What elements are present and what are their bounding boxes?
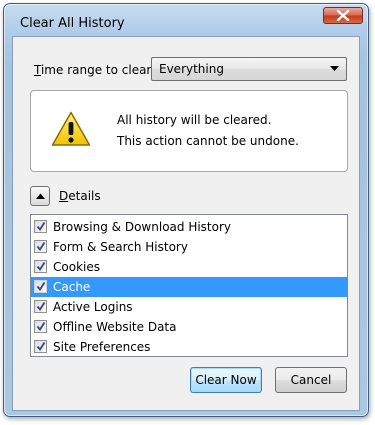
close-icon	[336, 10, 350, 21]
checkbox[interactable]	[34, 220, 47, 233]
details-toggle-button[interactable]	[30, 186, 50, 206]
list-item-form-search-history[interactable]: Form & Search History	[31, 237, 347, 257]
checkmark-icon	[36, 242, 46, 252]
checkbox[interactable]	[34, 300, 47, 313]
checkmark-icon	[36, 342, 46, 352]
cancel-button[interactable]: Cancel	[275, 367, 347, 393]
time-range-label: Time range to clear:	[34, 63, 156, 77]
details-label: Details	[59, 189, 101, 203]
item-label: Browsing & Download History	[53, 220, 232, 234]
item-label: Form & Search History	[53, 240, 188, 254]
clear-now-button[interactable]: Clear Now	[190, 367, 262, 393]
history-items-list: Browsing & Download History Form & Searc…	[30, 214, 348, 357]
item-label: Cache	[53, 280, 91, 294]
checkbox[interactable]	[34, 320, 47, 333]
chevron-up-icon	[35, 193, 45, 199]
list-item-offline-website-data[interactable]: Offline Website Data	[31, 317, 347, 337]
list-item-cookies[interactable]: Cookies	[31, 257, 347, 277]
list-item-cache[interactable]: Cache	[31, 277, 347, 297]
list-item-active-logins[interactable]: Active Logins	[31, 297, 347, 317]
item-label: Active Logins	[53, 300, 133, 314]
checkbox[interactable]	[34, 340, 47, 353]
chevron-down-icon	[330, 66, 339, 71]
checkmark-icon	[36, 302, 46, 312]
checkmark-icon	[36, 262, 46, 272]
time-range-value: Everything	[159, 62, 224, 76]
checkmark-icon	[36, 322, 46, 332]
warning-message: All history will be cleared.	[117, 113, 272, 127]
item-label: Cookies	[53, 260, 100, 274]
checkbox[interactable]	[34, 280, 47, 293]
dialog-window: Clear All History Time range to clear: E…	[3, 3, 369, 417]
close-button[interactable]	[323, 7, 363, 24]
checkbox[interactable]	[34, 260, 47, 273]
window-title: Clear All History	[20, 16, 125, 31]
warning-submessage: This action cannot be undone.	[117, 134, 299, 148]
warning-panel: All history will be cleared. This action…	[30, 90, 348, 172]
checkmark-icon	[36, 222, 46, 232]
warning-icon	[51, 111, 91, 146]
list-item-browsing-download-history[interactable]: Browsing & Download History	[31, 217, 347, 237]
list-item-site-preferences[interactable]: Site Preferences	[31, 337, 347, 357]
dialog-client-area: Time range to clear: Everything All hist…	[12, 36, 360, 411]
time-range-select[interactable]: Everything	[151, 57, 347, 81]
item-label: Offline Website Data	[53, 320, 177, 334]
item-label: Site Preferences	[53, 340, 151, 354]
checkmark-icon	[36, 282, 46, 292]
checkbox[interactable]	[34, 240, 47, 253]
